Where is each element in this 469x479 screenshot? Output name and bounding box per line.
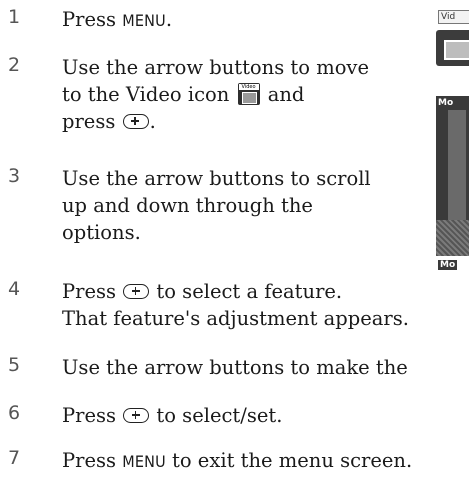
step-number: 3	[8, 165, 21, 187]
step-text-line: up and down through the	[62, 194, 313, 217]
step-text: Press MENU.	[62, 6, 172, 34]
step-text-segment: Press	[62, 280, 116, 303]
step-text-segment: Press	[62, 404, 116, 427]
step-text-line: Press to select/set.	[62, 402, 282, 429]
step-text-line: press .	[62, 108, 369, 135]
step-text-segment: to exit the menu screen.	[172, 449, 413, 472]
step-text-segment: to select a feature.	[156, 280, 343, 303]
menu-keyword: MENU	[122, 452, 166, 471]
enter-button-icon	[123, 408, 150, 423]
menu-panel-footer	[436, 220, 469, 256]
menu-options-panel: Mo	[436, 96, 469, 256]
step-text-segment: and	[267, 83, 305, 106]
step-text-line: Press MENU to exit the menu screen.	[62, 447, 412, 475]
step-text-line: options.	[62, 221, 141, 244]
step-text: Press to select/set.	[62, 402, 282, 429]
step-number: 2	[8, 54, 21, 76]
video-screen-icon	[436, 30, 469, 66]
step-number: 5	[8, 354, 21, 376]
step-text-segment: to the Video icon	[62, 83, 230, 106]
menu-panel-header: Mo	[438, 98, 454, 108]
step-text-segment: press	[62, 110, 116, 133]
step-text: Use the arrow buttons to move to the Vid…	[62, 54, 369, 135]
step-number: 4	[8, 278, 21, 300]
video-tab-label: Vid	[438, 10, 469, 24]
step-text: Use the arrow buttons to scroll up and d…	[62, 165, 371, 246]
step-text-line: Use the arrow buttons to make the	[62, 356, 408, 379]
step-text: Use the arrow buttons to make the	[62, 354, 408, 381]
step-text: Press MENU to exit the menu screen.	[62, 447, 412, 475]
menu-screen-illustration: Vid Mo Mo	[432, 6, 469, 274]
menu-options-column	[448, 110, 466, 220]
step-text-line: That feature's adjustment appears.	[62, 307, 409, 330]
menu-keyword: MENU	[122, 11, 166, 30]
step-text-segment: Press	[62, 449, 116, 472]
step-number: 7	[8, 447, 21, 469]
enter-button-icon	[122, 114, 149, 129]
step-text-segment: .	[149, 110, 156, 133]
step-text-segment: Press	[62, 8, 116, 31]
step-text: Press to select a feature. That feature'…	[62, 278, 409, 332]
step-text-line: to the Video icon Video and	[62, 81, 369, 108]
step-text-line: Use the arrow buttons to move	[62, 56, 369, 79]
step-text-line: Press to select a feature.	[62, 278, 409, 305]
enter-button-icon	[123, 284, 150, 299]
video-icon-label: Video	[238, 84, 259, 90]
menu-footer-label: Mo	[438, 260, 458, 270]
step-text-segment: .	[165, 8, 173, 31]
step-number: 1	[8, 6, 21, 28]
step-number: 6	[8, 402, 21, 424]
video-icon: Video	[237, 83, 260, 105]
step-text-segment: to select/set.	[156, 404, 283, 427]
step-text-line: Use the arrow buttons to scroll	[62, 167, 371, 190]
